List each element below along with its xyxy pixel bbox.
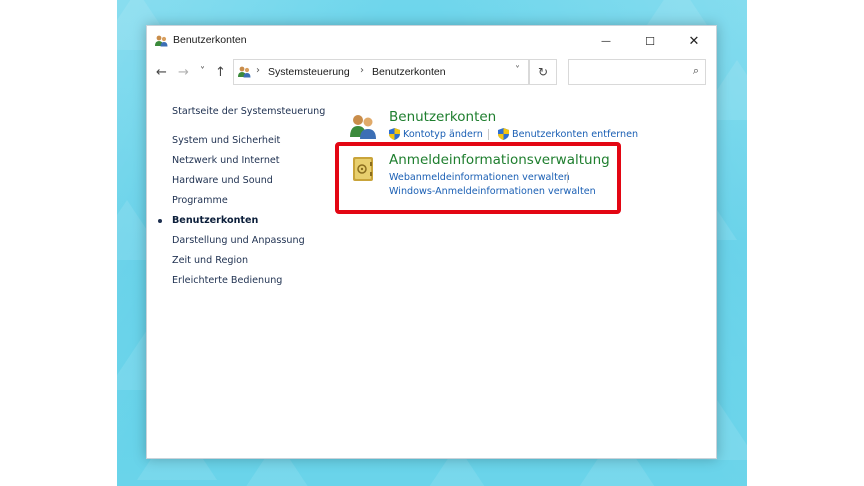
uac-shield-icon [498, 128, 509, 140]
title-bar[interactable]: Benutzerkonten — ☐ ✕ [147, 26, 716, 56]
users-icon [155, 35, 168, 47]
sidebar-item-hardware-sound[interactable]: Hardware und Sound [172, 175, 273, 186]
sidebar-item-label: Benutzerkonten [172, 215, 259, 226]
highlight-box [335, 142, 621, 214]
sidebar-item-netzwerk-internet[interactable]: Netzwerk und Internet [172, 155, 280, 166]
recent-locations-chevron-icon[interactable]: ˅ [200, 66, 205, 77]
link-separator [488, 129, 489, 140]
minimize-icon: — [601, 35, 611, 47]
users-icon [238, 66, 251, 78]
sidebar-item-darstellung[interactable]: Darstellung und Anpassung [172, 235, 305, 246]
sidebar-item-erleichterte-bedienung[interactable]: Erleichterte Bedienung [172, 275, 282, 286]
uac-shield-icon [389, 128, 400, 140]
search-input[interactable] [573, 63, 687, 81]
close-icon: ✕ [688, 33, 700, 49]
search-icon[interactable]: ⌕ [693, 64, 699, 78]
breadcrumb-separator-icon: › [360, 65, 364, 76]
sidebar-item-zeit-region[interactable]: Zeit und Region [172, 255, 248, 266]
link-benutzerkonten-entfernen[interactable]: Benutzerkonten entfernen [512, 129, 638, 140]
sidebar-item-system-sicherheit[interactable]: System und Sicherheit [172, 135, 280, 146]
minimize-button[interactable]: — [584, 26, 628, 56]
address-bar[interactable]: › Systemsteuerung › Benutzerkonten ˅ [233, 59, 529, 85]
close-button[interactable]: ✕ [672, 26, 716, 56]
link-kontotyp-aendern[interactable]: Kontotyp ändern [403, 129, 483, 140]
navigation-bar: ← → ˅ ↑ › Systemsteuerung › Benutzerkont… [147, 56, 716, 90]
users-icon [350, 115, 376, 139]
back-arrow-icon[interactable]: ← [156, 65, 167, 80]
forward-arrow-icon[interactable]: → [178, 65, 189, 80]
sidebar-item-benutzerkonten[interactable]: Benutzerkonten [158, 215, 259, 226]
address-dropdown-icon[interactable]: ˅ [515, 65, 520, 76]
maximize-icon: ☐ [645, 34, 655, 48]
up-arrow-icon[interactable]: ↑ [215, 65, 226, 80]
window-title: Benutzerkonten [173, 34, 247, 46]
category-title-benutzerkonten[interactable]: Benutzerkonten [389, 109, 496, 125]
sidebar-item-startseite[interactable]: Startseite der Systemsteuerung [172, 106, 325, 117]
breadcrumb-systemsteuerung[interactable]: Systemsteuerung [268, 66, 350, 78]
active-bullet-icon [158, 219, 162, 223]
breadcrumb-separator-icon: › [256, 65, 260, 76]
maximize-button[interactable]: ☐ [628, 26, 672, 56]
sidebar-item-programme[interactable]: Programme [172, 195, 228, 206]
breadcrumb-benutzerkonten[interactable]: Benutzerkonten [372, 66, 446, 78]
control-panel-window: Benutzerkonten — ☐ ✕ ← → ˅ ↑ › Systemste… [146, 25, 717, 459]
search-box[interactable]: ⌕ [568, 59, 706, 85]
refresh-icon: ↻ [537, 65, 549, 79]
refresh-button[interactable]: ↻ [529, 59, 557, 85]
